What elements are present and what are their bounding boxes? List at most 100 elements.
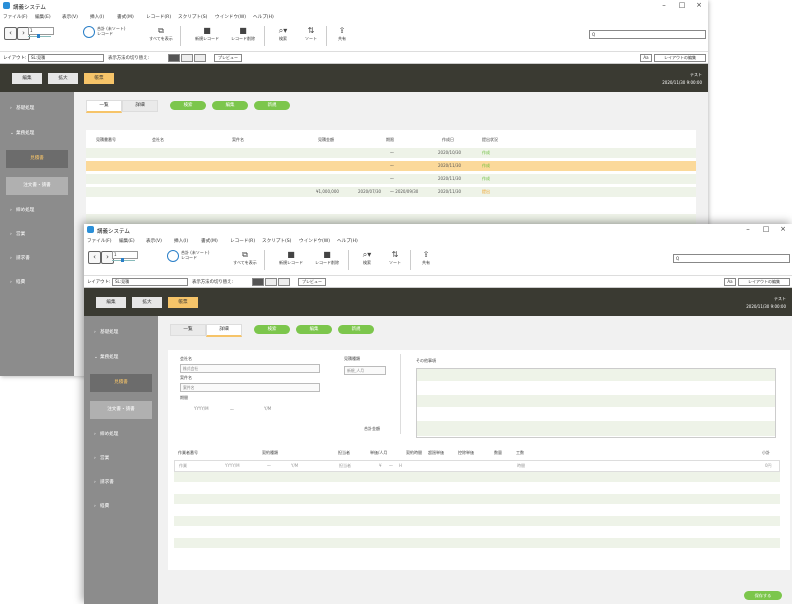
table-row[interactable] — [174, 549, 780, 559]
table-row[interactable]: 〜 2020/11/30 作成 — [86, 161, 696, 171]
tab-zoom[interactable]: 拡大 — [132, 297, 162, 308]
new-record-button[interactable]: ■ 新規レコード — [192, 25, 222, 49]
menu-records[interactable]: レコード(R) — [146, 14, 171, 20]
menu-window[interactable]: ウインドウ(W) — [215, 14, 246, 20]
tab-edit[interactable]: 編集 — [12, 73, 42, 84]
company-field[interactable]: 株式会社 — [180, 364, 320, 373]
tab-report[interactable]: 帳票 — [84, 73, 114, 84]
view-table-button[interactable] — [278, 278, 290, 286]
project-field[interactable]: 案件名 — [180, 383, 320, 392]
record-slider-thumb[interactable] — [121, 258, 124, 262]
table-row[interactable] — [174, 505, 780, 515]
preview-button[interactable]: プレビュー — [214, 54, 242, 62]
new-action-button[interactable]: 新規 — [254, 101, 290, 110]
tab-zoom[interactable]: 拡大 — [48, 73, 78, 84]
table-row[interactable]: 〜 2020/10/30 作成 — [86, 148, 696, 158]
sidebar-item-basic[interactable]: › 基礎処理 — [84, 326, 158, 340]
menu-insert[interactable]: 挿入(I) — [174, 238, 188, 244]
search-input[interactable]: Q — [589, 30, 706, 39]
edit-action-button[interactable]: 編集 — [296, 325, 332, 334]
save-button[interactable]: 保存する — [744, 591, 782, 600]
maximize-icon[interactable]: □ — [674, 1, 690, 10]
find-button[interactable]: ⌕▾ 検索 — [352, 249, 382, 273]
show-all-button[interactable]: ⧉ すべてを表示 — [230, 249, 260, 273]
sidebar-sub-estimate[interactable]: 見積書 — [6, 150, 68, 168]
table-row[interactable] — [174, 538, 780, 548]
find-button[interactable]: ⌕▾ 検索 — [268, 25, 298, 49]
find-action-button[interactable]: 検索 — [254, 325, 290, 334]
tab-report[interactable]: 帳票 — [168, 297, 198, 308]
table-row[interactable] — [86, 214, 696, 224]
search-input[interactable]: Q — [673, 254, 790, 263]
seg-detail[interactable]: 詳細 — [206, 324, 242, 337]
sort-button[interactable]: ⇅ ソート — [380, 249, 410, 273]
period-from-field[interactable]: YYYY/M — [194, 406, 209, 411]
edit-action-button[interactable]: 編集 — [212, 101, 248, 110]
menu-help[interactable]: ヘルプ(H) — [253, 14, 274, 20]
table-row[interactable] — [86, 201, 696, 211]
notes-field[interactable] — [416, 368, 776, 438]
record-number-field[interactable]: 1 — [112, 251, 138, 259]
seg-list[interactable]: 一覧 — [170, 324, 206, 336]
find-action-button[interactable]: 検索 — [170, 101, 206, 110]
record-number-field[interactable]: 1 — [28, 27, 54, 35]
table-row[interactable] — [174, 527, 780, 537]
new-record-button[interactable]: ■ 新規レコード — [276, 249, 306, 273]
format-bar-button[interactable]: Aa — [640, 54, 652, 62]
seg-detail[interactable]: 詳細 — [122, 100, 158, 112]
sidebar-item-business[interactable]: ⌄ 業務処理 — [84, 351, 158, 365]
minimize-icon[interactable]: – — [740, 225, 756, 234]
sidebar-item-sales[interactable]: › 営業 — [0, 228, 74, 242]
close-icon[interactable]: × — [775, 225, 791, 234]
sidebar-item-invoice[interactable]: › 請求書 — [84, 476, 158, 490]
preview-button[interactable]: プレビュー — [298, 278, 326, 286]
sidebar-item-invoice[interactable]: › 請求書 — [0, 252, 74, 266]
sidebar-item-sales[interactable]: › 営業 — [84, 452, 158, 466]
menu-file[interactable]: ファイル(F) — [3, 14, 28, 20]
menu-view[interactable]: 表示(V) — [62, 14, 78, 20]
menu-insert[interactable]: 挿入(I) — [90, 14, 104, 20]
type-field[interactable]: 新規_人月 — [344, 366, 386, 375]
menu-window[interactable]: ウインドウ(W) — [299, 238, 330, 244]
minimize-icon[interactable]: – — [656, 1, 672, 10]
menu-file[interactable]: ファイル(F) — [87, 238, 112, 244]
menu-scripts[interactable]: スクリプト(S) — [262, 238, 291, 244]
view-list-button[interactable] — [181, 54, 193, 62]
new-action-button[interactable]: 新規 — [338, 325, 374, 334]
table-row[interactable] — [174, 516, 780, 526]
layout-select[interactable]: SL:見積 — [28, 54, 104, 62]
show-all-button[interactable]: ⧉ すべてを表示 — [146, 25, 176, 49]
sidebar-item-business[interactable]: ⌄ 業務処理 — [0, 127, 74, 141]
sidebar-item-expense[interactable]: › 経費 — [84, 500, 158, 514]
sidebar-item-expense[interactable]: › 経費 — [0, 276, 74, 290]
sidebar-item-closing[interactable]: › 締め処理 — [0, 204, 74, 218]
menu-format[interactable]: 書式(M) — [201, 238, 218, 244]
menu-records[interactable]: レコード(R) — [230, 238, 255, 244]
delete-record-button[interactable]: ■ レコード削除 — [228, 25, 258, 49]
prev-record-button[interactable]: ‹ — [88, 251, 101, 264]
sort-button[interactable]: ⇅ ソート — [296, 25, 326, 49]
menu-scripts[interactable]: スクリプト(S) — [178, 14, 207, 20]
table-row[interactable] — [174, 494, 780, 504]
view-form-button[interactable] — [252, 278, 264, 286]
view-form-button[interactable] — [168, 54, 180, 62]
format-bar-button[interactable]: Aa — [724, 278, 736, 286]
record-slider-thumb[interactable] — [37, 34, 40, 38]
view-list-button[interactable] — [265, 278, 277, 286]
menu-view[interactable]: 表示(V) — [146, 238, 162, 244]
table-row[interactable]: 作業 YYYY/M 〜 Y/M 担当者 ¥ 〜 H 時間 0円 — [174, 460, 780, 472]
sidebar-sub-order[interactable]: 注文書・請書 — [90, 401, 152, 419]
period-to-field[interactable]: Y/M — [264, 406, 271, 411]
table-row[interactable] — [174, 472, 780, 482]
maximize-icon[interactable]: □ — [758, 225, 774, 234]
menu-edit[interactable]: 編集(E) — [35, 14, 51, 20]
sidebar-sub-order[interactable]: 注文書・請書 — [6, 177, 68, 195]
table-row[interactable]: 〜 2020/11/30 作成 — [86, 174, 696, 184]
prev-record-button[interactable]: ‹ — [4, 27, 17, 40]
menu-format[interactable]: 書式(M) — [117, 14, 134, 20]
sidebar-item-basic[interactable]: › 基礎処理 — [0, 102, 74, 116]
delete-record-button[interactable]: ■ レコード削除 — [312, 249, 342, 273]
table-row[interactable] — [174, 483, 780, 493]
sidebar-sub-estimate[interactable]: 見積書 — [90, 374, 152, 392]
tab-edit[interactable]: 編集 — [96, 297, 126, 308]
